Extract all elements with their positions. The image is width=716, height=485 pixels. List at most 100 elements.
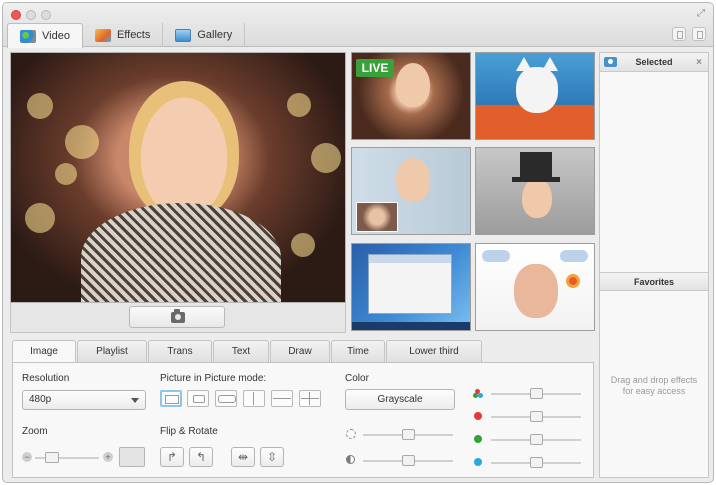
source-thumbnail-desktop[interactable] <box>351 243 471 331</box>
grayscale-button[interactable]: Grayscale <box>345 389 455 410</box>
thumbnail-face <box>514 264 558 318</box>
blue-channel-slider-handle[interactable] <box>530 457 543 468</box>
effects-sidebar: Selected × Favorites Drag and drop effec… <box>599 52 709 478</box>
pip-mode-vertical-split-button[interactable] <box>243 390 265 407</box>
tab-lower-third[interactable]: Lower third <box>386 340 482 362</box>
resolution-label: Resolution <box>22 373 70 384</box>
source-thumbnail-top-hat[interactable] <box>475 147 595 235</box>
tab-text[interactable]: Text <box>213 340 269 362</box>
bokeh-light <box>291 233 315 257</box>
source-thumbnail-pip[interactable] <box>351 147 471 235</box>
rotate-right-button[interactable]: ↱ <box>160 447 184 467</box>
selected-panel-header: Selected × <box>600 53 708 72</box>
minimize-window-button[interactable] <box>26 10 36 20</box>
master-color-slider-handle[interactable] <box>530 388 543 399</box>
top-tab-bar: Video Effects Gallery <box>7 23 246 48</box>
flip-vertical-button[interactable]: ⇳ <box>260 447 284 467</box>
contrast-slider-handle[interactable] <box>402 455 415 466</box>
maximize-window-button[interactable] <box>41 10 51 20</box>
chevron-down-icon <box>131 398 139 403</box>
tab-video-label: Video <box>42 30 70 42</box>
eye-icon[interactable] <box>604 57 617 67</box>
source-thumbnail-cat-mask[interactable] <box>475 52 595 140</box>
thumbnail-face <box>396 158 430 202</box>
green-channel-icon <box>474 435 482 443</box>
layout-toggle-button[interactable] <box>672 27 686 41</box>
red-channel-icon <box>474 412 482 420</box>
tab-effects-label: Effects <box>116 29 151 41</box>
thumbnail-face <box>396 63 430 107</box>
tab-effects[interactable]: Effects <box>83 23 164 47</box>
rgb-channels-icon <box>473 389 483 399</box>
tab-trans[interactable]: Trans <box>148 340 212 362</box>
tab-draw[interactable]: Draw <box>270 340 330 362</box>
red-channel-slider[interactable] <box>491 411 581 422</box>
cloud-graphic <box>482 250 510 262</box>
zoom-out-icon[interactable]: − <box>22 452 32 462</box>
pip-inset <box>356 202 398 232</box>
green-channel-slider[interactable] <box>491 434 581 445</box>
person-torso <box>81 203 281 302</box>
tab-gallery[interactable]: Gallery <box>163 23 246 47</box>
tab-gallery-label: Gallery <box>197 29 233 41</box>
pip-mode-inset-button[interactable] <box>187 390 209 407</box>
person-face <box>129 81 239 221</box>
source-thumbnail-cartoon[interactable] <box>475 243 595 331</box>
tab-video[interactable]: Video <box>7 23 83 48</box>
master-color-slider[interactable] <box>491 388 581 399</box>
tab-playlist[interactable]: Playlist <box>77 340 147 362</box>
snapshot-bar <box>10 303 346 333</box>
video-camera-icon <box>20 29 36 43</box>
zoom-in-icon[interactable]: + <box>103 452 113 462</box>
close-icon[interactable]: × <box>696 53 702 72</box>
source-thumbnail-live[interactable]: LIVE <box>351 52 471 140</box>
control-tab-bar: Image Playlist Trans Text Draw Time Lowe… <box>12 340 483 363</box>
color-label: Color <box>345 373 369 384</box>
brightness-slider[interactable] <box>363 429 453 440</box>
pip-mode-full-button[interactable] <box>160 390 182 407</box>
cloud-graphic <box>560 250 588 262</box>
gallery-icon <box>175 28 192 42</box>
main-video-preview[interactable] <box>10 52 346 303</box>
resolution-value: 480p <box>29 394 52 405</box>
red-channel-slider-handle[interactable] <box>530 411 543 422</box>
brightness-icon <box>346 429 356 439</box>
snapshot-button[interactable] <box>129 306 225 328</box>
bokeh-light <box>25 203 55 233</box>
live-badge: LIVE <box>356 59 394 77</box>
desktop-taskbar-graphic <box>352 322 470 330</box>
pip-mode-horizontal-split-button[interactable] <box>271 390 293 407</box>
desktop-window-graphic <box>368 254 452 314</box>
close-window-button[interactable] <box>11 10 21 20</box>
contrast-icon <box>346 455 355 464</box>
bokeh-light <box>55 163 77 185</box>
zoom-slider-handle[interactable] <box>45 452 59 463</box>
bokeh-light <box>27 93 53 119</box>
title-bar: ⤢ Video Effects Gallery <box>3 3 713 48</box>
resolution-select[interactable]: 480p <box>22 390 146 410</box>
rgb-blue-dot <box>478 393 483 398</box>
zoom-preview-button[interactable] <box>119 447 145 467</box>
zoom-label: Zoom <box>22 426 48 437</box>
pip-mode-quad-button[interactable] <box>299 390 321 407</box>
thumbnail-face <box>522 178 552 218</box>
flip-horizontal-button[interactable]: ⇹ <box>231 447 255 467</box>
cat-mask-graphic <box>516 57 558 113</box>
fullscreen-icon[interactable]: ⤢ <box>695 8 707 20</box>
top-hat-graphic <box>512 152 560 182</box>
blue-channel-slider[interactable] <box>491 457 581 468</box>
zoom-slider[interactable] <box>35 452 99 463</box>
pip-mode-dual-button[interactable] <box>215 390 237 407</box>
brightness-slider-handle[interactable] <box>402 429 415 440</box>
contrast-slider[interactable] <box>363 455 453 466</box>
tab-image[interactable]: Image <box>12 340 76 363</box>
bokeh-light <box>311 143 341 173</box>
panel-toggle-button[interactable] <box>692 27 706 41</box>
favorites-panel-header: Favorites <box>600 272 708 291</box>
rotate-left-button[interactable]: ↰ <box>189 447 213 467</box>
camera-icon <box>171 309 185 323</box>
green-channel-slider-handle[interactable] <box>530 434 543 445</box>
tab-time[interactable]: Time <box>331 340 385 362</box>
bokeh-light <box>65 125 99 159</box>
effects-icon <box>94 28 111 42</box>
